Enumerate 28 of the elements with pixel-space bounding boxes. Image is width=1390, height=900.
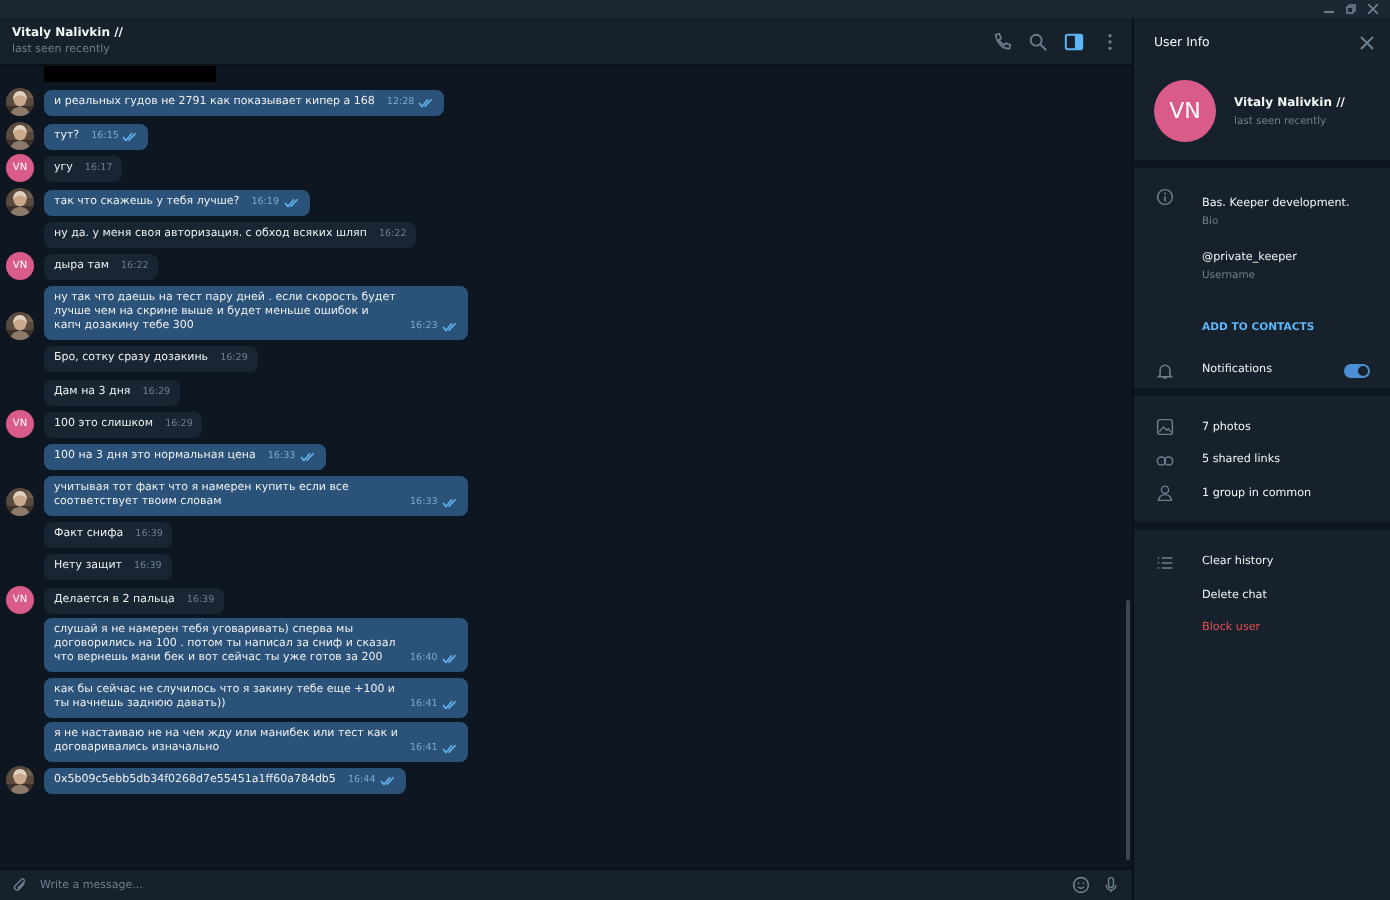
microphone-icon[interactable] [1102,876,1120,894]
double-check-icon [299,452,316,463]
phone-icon[interactable] [992,31,1012,51]
double-check-icon [379,776,396,787]
double-check-icon [441,744,458,755]
info-icon [1155,188,1173,206]
close-icon[interactable] [1360,35,1374,49]
person-icon [1155,484,1173,503]
search-icon[interactable] [1028,31,1048,51]
emoji-icon[interactable] [1072,876,1090,894]
bell-icon [1155,361,1173,380]
profile-avatar: VN [1154,80,1216,142]
scrollbar[interactable] [1126,600,1130,860]
paperclip-icon[interactable] [12,877,28,893]
double-check-icon [441,699,458,710]
image-icon [1155,418,1173,437]
restore-icon[interactable] [1346,4,1356,14]
double-check-icon [441,497,458,508]
link-icon [1155,451,1173,470]
double-check-icon [441,321,458,332]
double-check-icon [441,654,458,665]
notifications-toggle[interactable] [1344,363,1370,378]
sidebar-icon[interactable] [1064,31,1084,51]
double-check-icon [283,197,300,208]
close-icon[interactable] [1368,4,1378,14]
double-check-icon [418,98,435,109]
list-icon [1155,553,1173,572]
double-check-icon [122,131,139,142]
